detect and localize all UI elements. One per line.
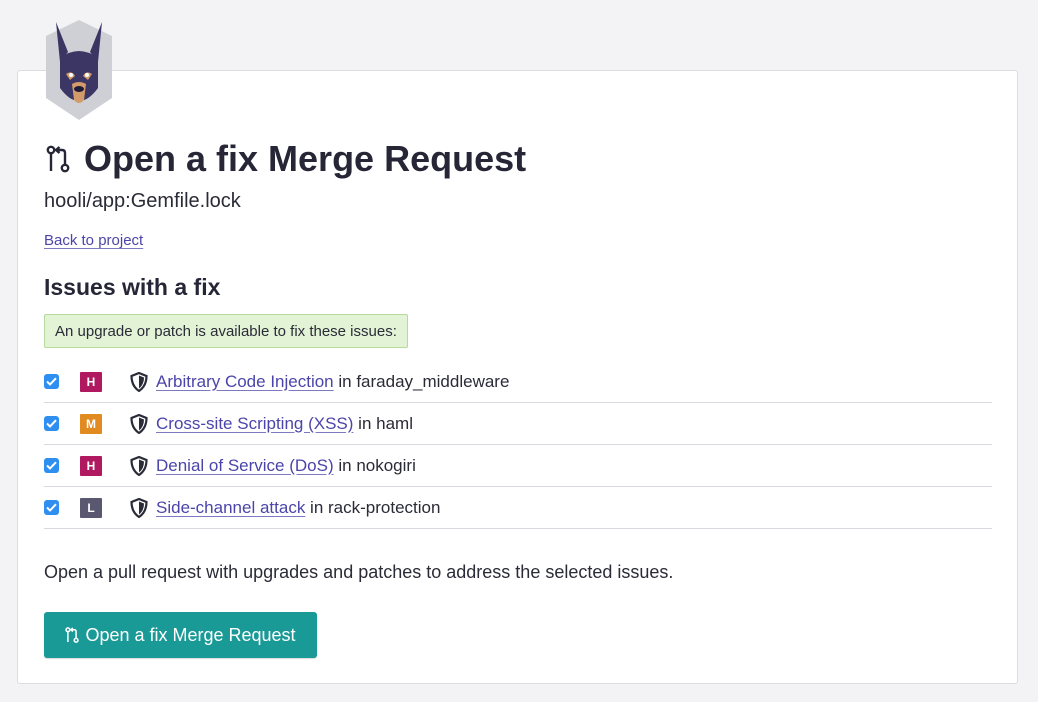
issue-connector: in (333, 371, 357, 391)
shield-icon (130, 413, 148, 434)
issue-package: nokogiri (356, 455, 416, 475)
issue-link[interactable]: Denial of Service (DoS) (156, 456, 334, 475)
issue-package: rack-protection (328, 497, 441, 517)
check-icon (46, 461, 57, 470)
page-title-text: Open a fix Merge Request (84, 138, 527, 179)
severity-badge: H (80, 455, 102, 476)
check-icon (46, 503, 57, 512)
issue-description: Side-channel attack in rack-protection (156, 498, 440, 518)
issue-row: L Side-channel attack in rack-protection (44, 487, 992, 529)
issue-package: faraday_middleware (356, 371, 510, 391)
issue-connector: in (305, 497, 329, 517)
check-icon (46, 377, 57, 386)
open-fix-merge-request-button[interactable]: Open a fix Merge Request (44, 612, 317, 658)
issue-description: Denial of Service (DoS) in nokogiri (156, 456, 416, 476)
severity-badge: M (80, 413, 102, 434)
issue-checkbox[interactable] (44, 500, 59, 515)
issue-checkbox[interactable] (44, 458, 59, 473)
fix-available-notice: An upgrade or patch is available to fix … (44, 314, 408, 348)
issue-description: Cross-site Scripting (XSS) in haml (156, 414, 413, 434)
issue-checkbox[interactable] (44, 416, 59, 431)
repo-path: hooli/app:Gemfile.lock (44, 190, 241, 212)
shield-icon (130, 371, 148, 392)
issues-list: H Arbitrary Code Injection in faraday_mi… (44, 361, 992, 529)
check-icon (46, 419, 57, 428)
issue-description: Arbitrary Code Injection in faraday_midd… (156, 372, 509, 392)
issue-connector: in (333, 455, 357, 475)
issue-row: H Denial of Service (DoS) in nokogiri (44, 445, 992, 487)
issue-link[interactable]: Side-channel attack (156, 498, 305, 517)
issue-link[interactable]: Cross-site Scripting (XSS) (156, 414, 353, 433)
merge-request-icon (46, 145, 70, 173)
issue-row: M Cross-site Scripting (XSS) in haml (44, 403, 992, 445)
shield-icon (130, 455, 148, 476)
page-title: Open a fix Merge Request (46, 138, 526, 180)
open-fix-merge-request-label: Open a fix Merge Request (85, 624, 296, 645)
issue-connector: in (353, 413, 377, 433)
footer-description: Open a pull request with upgrades and pa… (44, 562, 674, 582)
issue-row: H Arbitrary Code Injection in faraday_mi… (44, 361, 992, 403)
back-to-project-link[interactable]: Back to project (44, 232, 143, 249)
doberman-logo (46, 20, 112, 120)
issue-link[interactable]: Arbitrary Code Injection (156, 372, 334, 391)
severity-badge: H (80, 371, 102, 392)
severity-badge: L (80, 497, 102, 518)
issue-checkbox[interactable] (44, 374, 59, 389)
issue-package: haml (376, 413, 413, 433)
merge-request-icon (65, 627, 80, 643)
issues-section-title: Issues with a fix (44, 274, 221, 300)
shield-icon (130, 497, 148, 518)
